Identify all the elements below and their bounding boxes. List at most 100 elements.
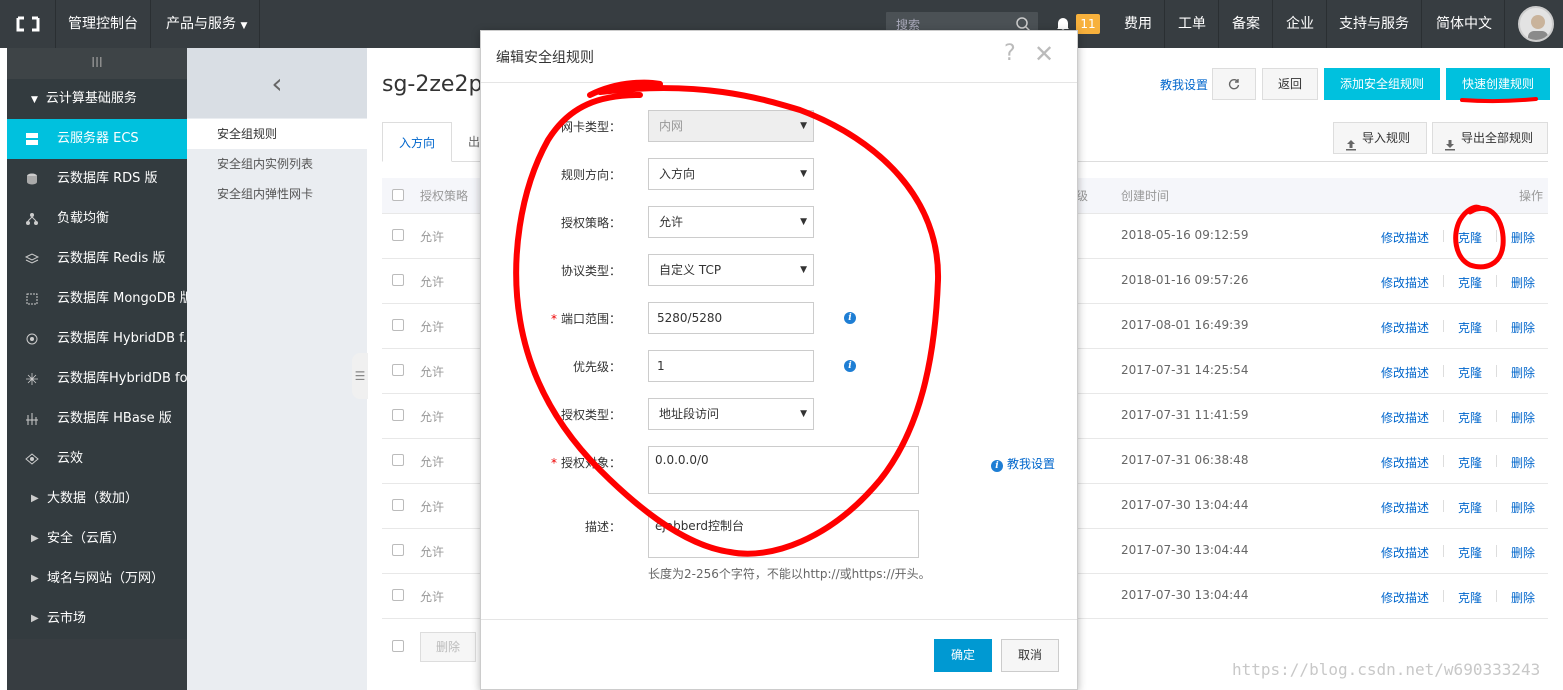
refresh-icon [1228, 79, 1240, 90]
edit-description-link[interactable]: 修改描述 [1381, 454, 1429, 471]
info-icon[interactable]: i [844, 360, 856, 372]
row-checkbox[interactable] [392, 589, 404, 601]
port-range-input[interactable]: 5280/5280 [648, 302, 814, 334]
delete-link[interactable]: 删除 [1511, 499, 1535, 516]
page-title: sg-2ze2p [382, 72, 483, 97]
sidebar-group-market[interactable]: ▶ 云市场 [7, 599, 187, 639]
delete-link[interactable]: 删除 [1511, 589, 1535, 606]
products-label: 产品与服务 [166, 16, 236, 32]
sidebar-item-hybriddb2[interactable]: 云数据库HybridDB fo... [7, 359, 187, 399]
row-checkbox[interactable] [392, 454, 404, 466]
cancel-button[interactable]: 取消 [1001, 639, 1059, 672]
row-policy: 允许 [420, 545, 445, 559]
help-icon[interactable]: ? [1004, 41, 1016, 66]
clone-link[interactable]: 克隆 [1458, 229, 1482, 246]
tab-inbound[interactable]: 入方向 [382, 122, 453, 162]
priority-input[interactable]: 1 [648, 350, 814, 382]
nav-eni[interactable]: 安全组内弹性网卡 [187, 179, 367, 209]
clone-link[interactable]: 克隆 [1458, 274, 1482, 291]
caret-down-icon: ▼ [800, 169, 807, 179]
sidebar-group-security[interactable]: ▶ 安全（云盾） [7, 519, 187, 559]
aliyun-logo-icon[interactable] [0, 0, 56, 48]
edit-description-link[interactable]: 修改描述 [1381, 319, 1429, 336]
row-checkbox[interactable] [392, 229, 404, 241]
edit-description-link[interactable]: 修改描述 [1381, 544, 1429, 561]
add-rule-button[interactable]: 添加安全组规则 [1324, 68, 1440, 100]
import-button[interactable]: 导入规则 [1333, 122, 1427, 154]
description-textarea[interactable]: ejabberd控制台 [648, 510, 919, 558]
delete-link[interactable]: 删除 [1511, 319, 1535, 336]
edit-description-link[interactable]: 修改描述 [1381, 589, 1429, 606]
sidebar-item-mongodb[interactable]: 云数据库 MongoDB 版 [7, 279, 187, 319]
sidebar-item-ecs[interactable]: 云服务器 ECS [7, 119, 187, 159]
delete-link[interactable]: 删除 [1511, 454, 1535, 471]
enterprise-link[interactable]: 企业 [1274, 0, 1327, 48]
nav-security-rules[interactable]: 安全组规则 [187, 119, 367, 149]
sidebar-collapse-button[interactable]: III [7, 48, 187, 79]
clone-link[interactable]: 克隆 [1458, 589, 1482, 606]
auth-type-select[interactable]: 地址段访问 ▼ [648, 398, 814, 430]
row-checkbox[interactable] [392, 499, 404, 511]
drag-handle[interactable]: ☰ [352, 353, 368, 399]
protocol-select[interactable]: 自定义 TCP ▼ [648, 254, 814, 286]
beian-link[interactable]: 备案 [1220, 0, 1273, 48]
select-all-checkbox[interactable] [392, 189, 404, 201]
console-link[interactable]: 管理控制台 [56, 0, 151, 48]
direction-select[interactable]: 入方向 ▼ [648, 158, 814, 190]
info-icon[interactable]: i [844, 312, 856, 324]
clone-link[interactable]: 克隆 [1458, 319, 1482, 336]
export-button[interactable]: 导出全部规则 [1432, 122, 1548, 154]
teach-link[interactable]: i 教我设置 [991, 455, 1055, 472]
clone-link[interactable]: 克隆 [1458, 454, 1482, 471]
back-arrow-icon[interactable]: ‹ [187, 48, 367, 118]
support-link[interactable]: 支持与服务 [1327, 0, 1422, 48]
delete-button[interactable]: 删除 [420, 632, 476, 662]
edit-description-link[interactable]: 修改描述 [1381, 364, 1429, 381]
back-button[interactable]: 返回 [1262, 68, 1318, 100]
sidebar-item-yunxiao[interactable]: 云效 [7, 439, 187, 479]
edit-description-link[interactable]: 修改描述 [1381, 409, 1429, 426]
billing-link[interactable]: 费用 [1112, 0, 1165, 48]
clone-link[interactable]: 克隆 [1458, 544, 1482, 561]
clone-link[interactable]: 克隆 [1458, 409, 1482, 426]
sidebar-item-slb[interactable]: 负载均衡 [7, 199, 187, 239]
delete-link[interactable]: 删除 [1511, 229, 1535, 246]
sidebar-item-hybriddb[interactable]: 云数据库 HybridDB f... [7, 319, 187, 359]
upload-icon [1346, 132, 1356, 162]
confirm-button[interactable]: 确定 [934, 639, 992, 672]
clone-link[interactable]: 克隆 [1458, 499, 1482, 516]
refresh-button[interactable] [1212, 68, 1256, 100]
row-created-time: 2017-08-01 16:49:39 [1121, 318, 1249, 332]
edit-description-link[interactable]: 修改描述 [1381, 274, 1429, 291]
sidebar-group-cloud-basic[interactable]: ▼ 云计算基础服务 [7, 79, 187, 119]
delete-link[interactable]: 删除 [1511, 544, 1535, 561]
sidebar-item-redis[interactable]: 云数据库 Redis 版 [7, 239, 187, 279]
clone-link[interactable]: 克隆 [1458, 364, 1482, 381]
sidebar-group-domain[interactable]: ▶ 域名与网站（万网） [7, 559, 187, 599]
row-checkbox[interactable] [392, 274, 404, 286]
sidebar-group-bigdata[interactable]: ▶ 大数据（数加） [7, 479, 187, 519]
ticket-link[interactable]: 工单 [1166, 0, 1219, 48]
row-checkbox[interactable] [392, 364, 404, 376]
policy-select[interactable]: 允许 ▼ [648, 206, 814, 238]
edit-description-link[interactable]: 修改描述 [1381, 229, 1429, 246]
nav-instances[interactable]: 安全组内实例列表 [187, 149, 367, 179]
sidebar-item-rds[interactable]: 云数据库 RDS 版 [7, 159, 187, 199]
delete-link[interactable]: 删除 [1511, 409, 1535, 426]
row-checkbox[interactable] [392, 409, 404, 421]
auth-object-textarea[interactable]: 0.0.0.0/0 [648, 446, 919, 494]
quick-create-button[interactable]: 快速创建规则 [1446, 68, 1550, 100]
delete-link[interactable]: 删除 [1511, 364, 1535, 381]
edit-description-link[interactable]: 修改描述 [1381, 499, 1429, 516]
avatar[interactable] [1518, 6, 1554, 42]
products-menu[interactable]: 产品与服务 ▼ [154, 0, 261, 48]
row-checkbox[interactable] [392, 544, 404, 556]
action-separator [1496, 545, 1497, 557]
sidebar-item-hbase[interactable]: 云数据库 HBase 版 [7, 399, 187, 439]
delete-link[interactable]: 删除 [1511, 274, 1535, 291]
row-checkbox[interactable] [392, 319, 404, 331]
close-icon[interactable]: ✕ [1034, 40, 1054, 68]
footer-select-checkbox[interactable] [392, 640, 404, 652]
language-link[interactable]: 简体中文 [1424, 0, 1505, 48]
teach-link[interactable]: 教我设置 [1160, 76, 1208, 93]
